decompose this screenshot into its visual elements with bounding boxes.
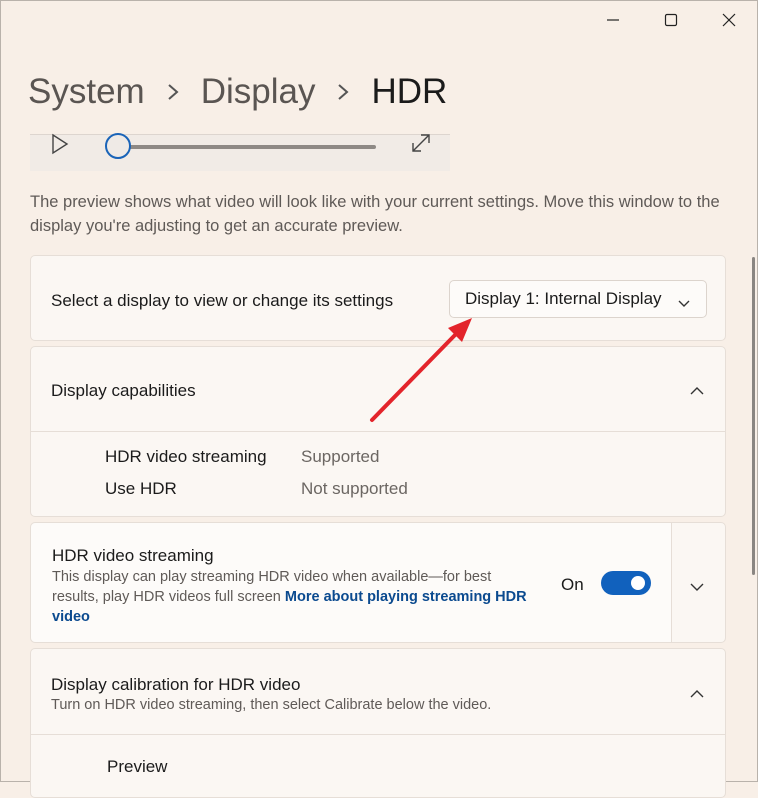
calibration-description: Turn on HDR video streaming, then select… xyxy=(51,697,492,713)
preview-label: Preview xyxy=(107,757,168,776)
page-title: HDR xyxy=(371,72,448,111)
video-preview-controls xyxy=(30,132,450,171)
close-button[interactable] xyxy=(700,0,758,40)
breadcrumb-display[interactable]: Display xyxy=(201,72,316,112)
chevron-right-icon xyxy=(337,82,349,102)
chevron-up-icon[interactable] xyxy=(690,383,704,401)
play-button[interactable] xyxy=(48,133,70,160)
scrollbar[interactable] xyxy=(752,257,755,575)
maximize-button[interactable] xyxy=(642,0,700,40)
chevron-down-icon xyxy=(678,293,690,313)
display-dropdown[interactable]: Display 1: Internal Display xyxy=(449,280,707,318)
calibration-title: Display calibration for HDR video xyxy=(51,675,301,694)
chevron-down-icon[interactable] xyxy=(690,579,704,597)
fullscreen-button[interactable] xyxy=(410,132,432,159)
display-capabilities-title: Display capabilities xyxy=(51,381,196,400)
display-calibration-card: Display calibration for HDR video Turn o… xyxy=(30,648,726,798)
hdr-streaming-description: This display can play streaming HDR vide… xyxy=(52,567,532,627)
chevron-up-icon[interactable] xyxy=(690,686,704,704)
minimize-button[interactable] xyxy=(584,0,642,40)
display-select-label: Select a display to view or change its s… xyxy=(51,291,394,310)
capability-value: Not supported xyxy=(301,479,408,498)
display-capabilities-card: Display capabilities HDR video streaming… xyxy=(30,346,726,517)
maximize-icon xyxy=(664,13,678,27)
seek-bar[interactable] xyxy=(120,145,376,149)
preview-description: The preview shows what video will look l… xyxy=(30,193,720,235)
divider xyxy=(31,431,725,432)
toggle-knob xyxy=(631,576,645,590)
chevron-right-icon xyxy=(167,82,179,102)
divider xyxy=(31,734,725,735)
capability-value: Supported xyxy=(301,447,380,466)
capability-key: Use HDR xyxy=(105,479,177,498)
close-icon xyxy=(722,13,736,27)
hdr-streaming-title: HDR video streaming xyxy=(52,546,214,565)
minimize-icon xyxy=(607,19,619,21)
capability-key: HDR video streaming xyxy=(105,447,267,466)
breadcrumb-system[interactable]: System xyxy=(28,72,145,112)
breadcrumb: System Display HDR xyxy=(28,72,447,112)
display-select-card: Select a display to view or change its s… xyxy=(30,255,726,341)
display-dropdown-value: Display 1: Internal Display xyxy=(465,289,662,308)
play-icon xyxy=(52,133,69,155)
toggle-state-label: On xyxy=(561,575,584,594)
title-bar-controls xyxy=(584,0,758,40)
seek-thumb[interactable] xyxy=(105,133,131,159)
hdr-streaming-toggle[interactable] xyxy=(601,571,651,595)
hdr-streaming-card: HDR video streaming This display can pla… xyxy=(30,522,726,643)
fullscreen-icon xyxy=(412,134,430,152)
